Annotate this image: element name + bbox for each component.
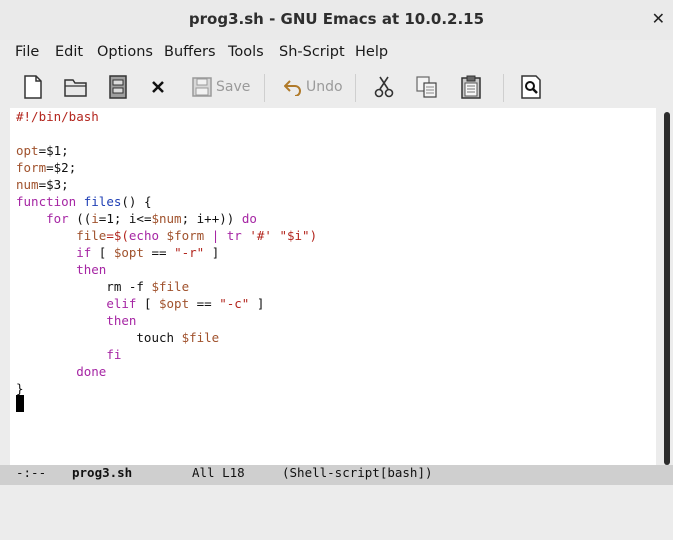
menu-options[interactable]: Options [97, 44, 153, 60]
code-line: fi [106, 347, 122, 362]
code-editor[interactable]: #!/bin/bash opt=$1; form=$2; num=$3; fun… [10, 108, 656, 465]
toolbar-separator [264, 74, 265, 102]
code-line: then [106, 313, 137, 328]
new-file-button[interactable] [22, 74, 44, 100]
undo-arrow-icon [284, 80, 301, 96]
mode-line: -:-- prog3.sh All L18 (Shell-script[bash… [0, 465, 673, 485]
code-line: rm -f $file [16, 279, 190, 294]
code-line: then [76, 262, 107, 277]
code-line: elif [ $opt == "-c" ] [106, 296, 265, 311]
title-bar: prog3.sh - GNU Emacs at 10.0.2.15 ✕ [0, 0, 673, 40]
menu-edit[interactable]: Edit [55, 44, 83, 60]
code-line: file=$(echo $form | tr '#' "$i") [76, 228, 318, 243]
close-buffer-icon [152, 81, 164, 93]
scrollbar-thumb[interactable] [664, 112, 670, 465]
copy-icon [416, 76, 437, 98]
save-label: Save [216, 79, 251, 95]
menu-sh-script[interactable]: Sh-Script [279, 44, 345, 60]
shebang: #!/bin/bash [16, 109, 99, 124]
code-line: num=$3; [16, 177, 69, 192]
file-cabinet-icon [109, 75, 127, 99]
code-line: touch $file [16, 330, 220, 345]
cut-button[interactable] [374, 74, 394, 100]
tool-bar: Save Undo [0, 66, 673, 108]
text-cursor [16, 395, 24, 412]
menu-file[interactable]: File [15, 44, 39, 60]
new-file-icon [24, 75, 42, 99]
search-button[interactable] [520, 74, 542, 100]
close-icon[interactable]: ✕ [652, 9, 665, 28]
code-line: opt=$1; [16, 143, 69, 158]
menu-bar: File Edit Options Buffers Tools Sh-Scrip… [0, 40, 673, 66]
undo-label: Undo [306, 79, 343, 95]
paste-button[interactable] [460, 74, 482, 100]
floppy-disk-icon [192, 77, 212, 97]
menu-help[interactable]: Help [355, 44, 388, 60]
scissors-icon [374, 76, 394, 98]
code-line: #!/bin/bash [16, 108, 99, 125]
code-line: for ((i=1; i<=$num; i++)) do [46, 211, 257, 226]
save-button[interactable]: Save [192, 74, 250, 100]
clipboard-icon [461, 75, 481, 99]
open-file-button[interactable] [63, 74, 89, 100]
modeline-buffer-name[interactable]: prog3.sh [72, 465, 132, 480]
code-line: form=$2; [16, 160, 77, 175]
modeline-position: All L18 [192, 465, 245, 480]
folder-icon [64, 79, 87, 97]
toolbar-separator [355, 74, 356, 102]
dired-button[interactable] [108, 74, 128, 100]
code-line: done [76, 364, 107, 379]
window-title: prog3.sh - GNU Emacs at 10.0.2.15 [188, 10, 485, 28]
code-line: function files() { [16, 194, 152, 209]
toolbar-separator [503, 74, 504, 102]
menu-buffers[interactable]: Buffers [164, 44, 216, 60]
search-icon [521, 75, 541, 99]
kill-buffer-button[interactable] [151, 74, 165, 100]
code-line: if [ $opt == "-r" ] [76, 245, 220, 260]
copy-button[interactable] [416, 74, 438, 100]
undo-button[interactable]: Undo [284, 74, 343, 100]
modeline-major-mode[interactable]: (Shell-script[bash]) [282, 465, 433, 480]
menu-tools[interactable]: Tools [228, 44, 264, 60]
modeline-status: -:-- [16, 465, 47, 480]
